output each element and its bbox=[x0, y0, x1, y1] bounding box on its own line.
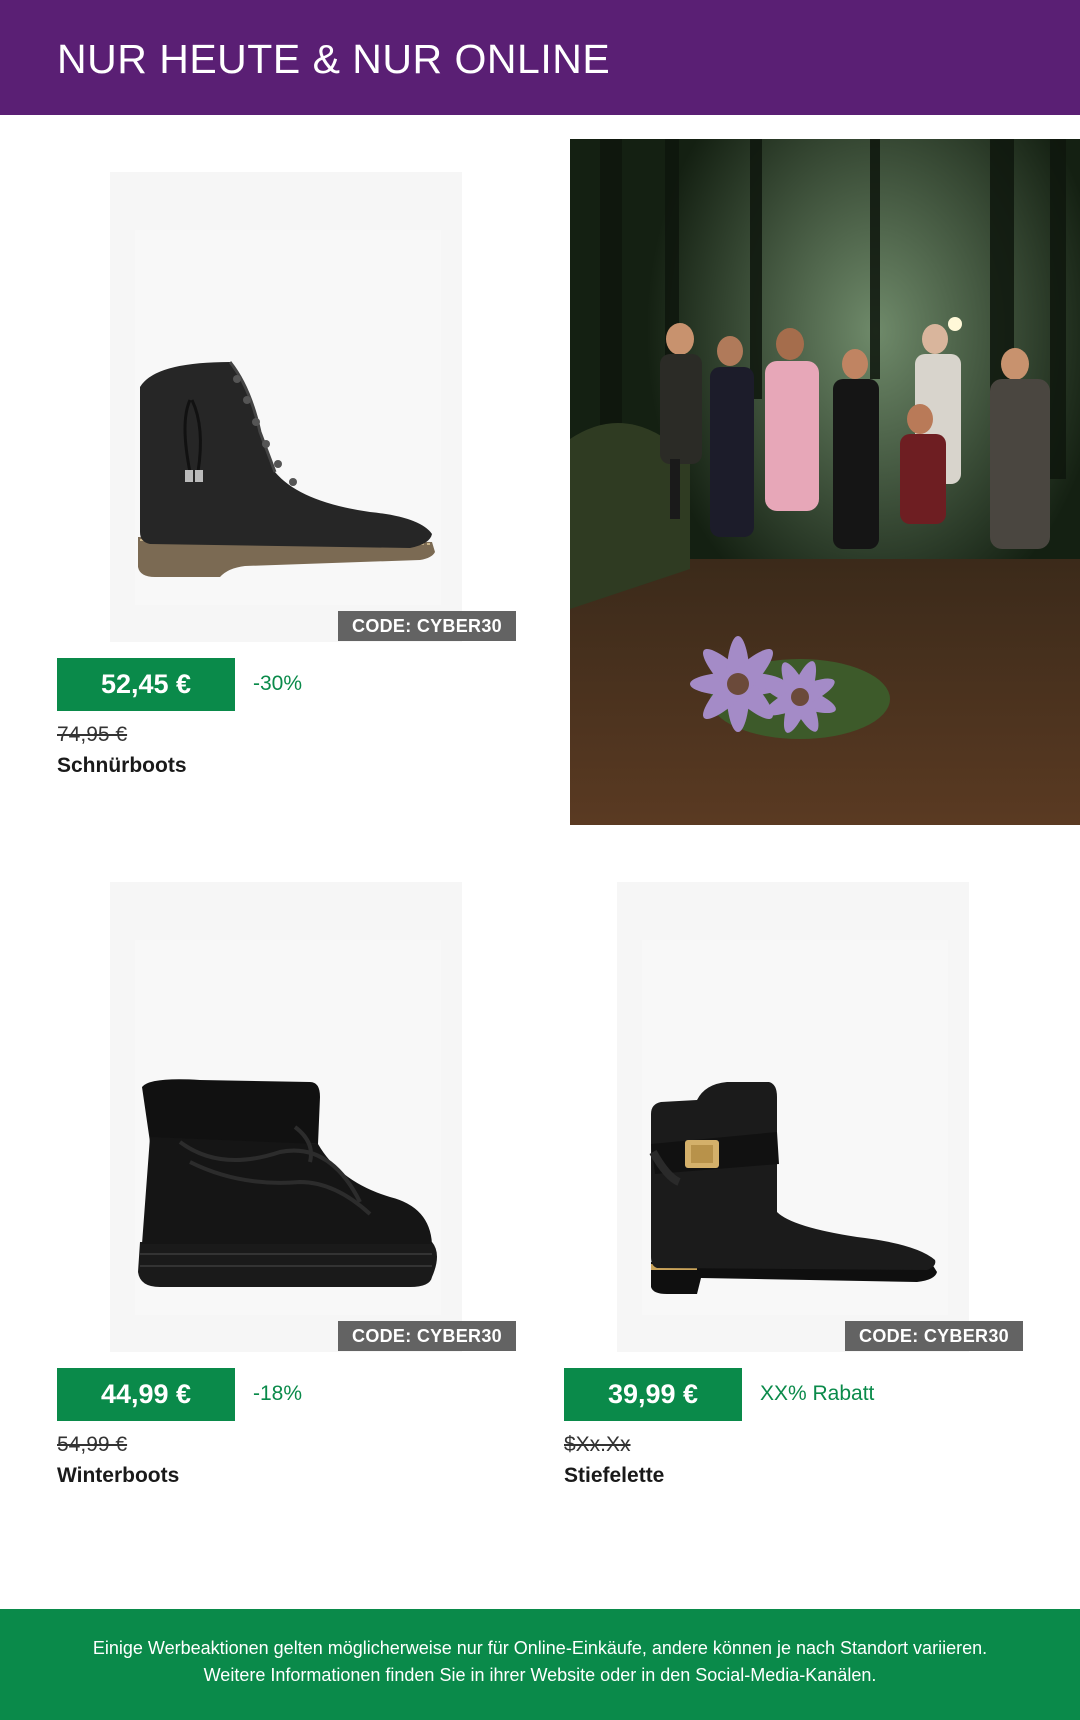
product-name[interactable]: Schnürboots bbox=[57, 752, 187, 780]
product-name[interactable]: Winterboots bbox=[57, 1462, 179, 1490]
sale-price[interactable]: 39,99 € bbox=[564, 1368, 742, 1421]
product-image[interactable] bbox=[617, 882, 969, 1352]
product-image[interactable] bbox=[110, 882, 462, 1352]
sale-price[interactable]: 44,99 € bbox=[57, 1368, 235, 1421]
product-image[interactable] bbox=[110, 172, 462, 642]
old-price: $Xx.Xx bbox=[564, 1433, 631, 1456]
disclaimer-footer: Einige Werbeaktionen gelten möglicherwei… bbox=[0, 1609, 1080, 1720]
hero-image[interactable] bbox=[570, 139, 1080, 825]
promo-header: NUR HEUTE & NUR ONLINE bbox=[0, 0, 1080, 115]
discount-label: -30% bbox=[253, 672, 303, 695]
old-price: 54,99 € bbox=[57, 1433, 128, 1456]
promo-code-badge: CODE: CYBER30 bbox=[845, 1321, 1023, 1351]
old-price: 74,95 € bbox=[57, 723, 128, 746]
promo-code-badge: CODE: CYBER30 bbox=[338, 1321, 516, 1351]
discount-label: XX% Rabatt bbox=[760, 1382, 875, 1405]
product-card[interactable]: CODE: CYBER30 52,45 € -30% 74,95 € Schnü… bbox=[57, 172, 517, 792]
product-card[interactable]: CODE: CYBER30 44,99 € -18% 54,99 € Winte… bbox=[57, 882, 517, 1502]
product-card[interactable]: CODE: CYBER30 39,99 € XX% Rabatt $Xx.Xx … bbox=[564, 882, 1024, 1502]
promo-code-badge: CODE: CYBER30 bbox=[338, 611, 516, 641]
disclaimer-text: Einige Werbeaktionen gelten möglicherwei… bbox=[92, 1638, 988, 1685]
header-title: NUR HEUTE & NUR ONLINE bbox=[57, 36, 611, 82]
discount-label: -18% bbox=[253, 1382, 303, 1405]
product-name[interactable]: Stiefelette bbox=[564, 1462, 664, 1490]
sale-price[interactable]: 52,45 € bbox=[57, 658, 235, 711]
